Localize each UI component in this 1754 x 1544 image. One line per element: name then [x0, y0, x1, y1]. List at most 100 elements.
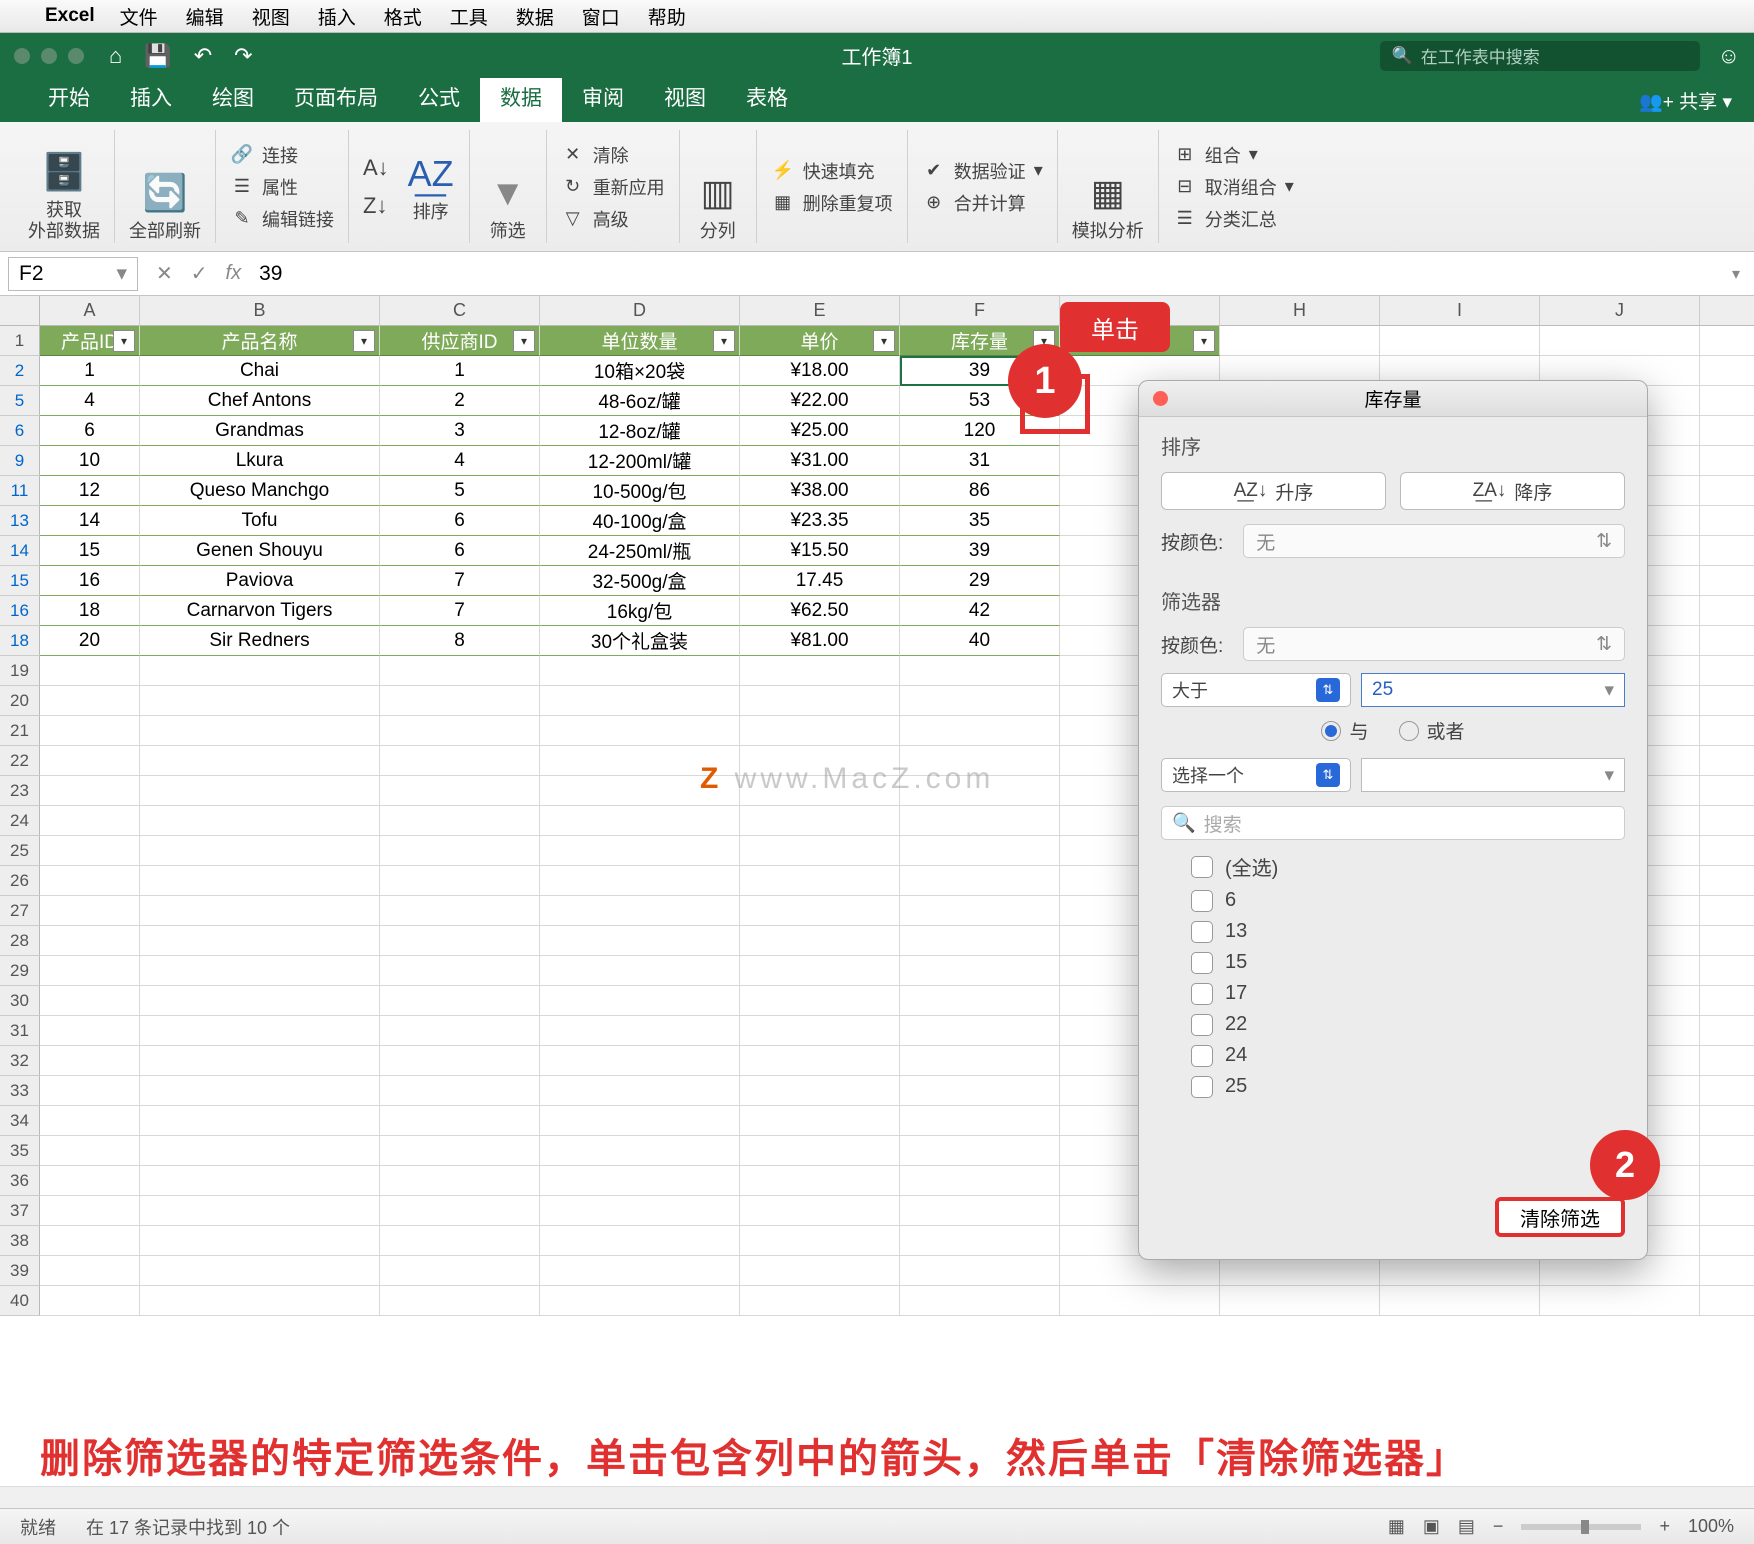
table-header-cell[interactable]: 单位数量▾ — [540, 326, 740, 356]
filter-item[interactable]: 22 — [1191, 1013, 1625, 1036]
data-cell[interactable]: 32-500g/盒 — [540, 566, 740, 596]
row-header[interactable]: 36 — [0, 1166, 40, 1196]
cell[interactable] — [40, 986, 140, 1016]
ribbon-filter[interactable]: ▼ 筛选 — [470, 130, 547, 243]
cell[interactable] — [900, 1136, 1060, 1166]
sheet-search[interactable]: 🔍 在工作表中搜索 — [1380, 41, 1700, 71]
tab-view[interactable]: 视图 — [644, 72, 726, 122]
data-cell[interactable]: 42 — [900, 596, 1060, 626]
filter-dropdown-icon[interactable]: ▾ — [713, 330, 735, 352]
data-cell[interactable]: 31 — [900, 446, 1060, 476]
ribbon-reapply[interactable]: ↻重新应用 — [561, 174, 665, 200]
menu-edit[interactable]: 编辑 — [186, 3, 224, 30]
sort-color-select[interactable]: 无⇅ — [1243, 524, 1625, 558]
sort-desc-button[interactable]: Z͟A↓降序 — [1400, 472, 1625, 510]
row-header[interactable]: 33 — [0, 1076, 40, 1106]
cell[interactable] — [900, 1226, 1060, 1256]
data-cell[interactable]: Genen Shouyu — [140, 536, 380, 566]
ribbon-validation[interactable]: ✔数据验证 ▾ — [922, 158, 1043, 184]
data-cell[interactable]: 1 — [380, 356, 540, 386]
cell[interactable] — [1540, 1286, 1700, 1316]
data-cell[interactable]: Carnarvon Tigers — [140, 596, 380, 626]
row-header[interactable]: 9 — [0, 446, 40, 476]
cell[interactable] — [740, 656, 900, 686]
filter-val1-input[interactable]: 25▾ — [1361, 673, 1625, 707]
row-header[interactable]: 11 — [0, 476, 40, 506]
cell[interactable] — [1700, 776, 1754, 806]
view-layout-icon[interactable]: ▣ — [1423, 1516, 1440, 1537]
sort-za-icon[interactable]: Z↓ — [363, 193, 389, 219]
row-header[interactable]: 15 — [0, 566, 40, 596]
cell[interactable] — [900, 866, 1060, 896]
ribbon-subtotal[interactable]: ☰分类汇总 — [1173, 206, 1277, 232]
ribbon-group[interactable]: ⊞组合 ▾ — [1173, 142, 1258, 168]
ribbon-conn[interactable]: 🔗连接 — [230, 142, 298, 168]
cell[interactable] — [540, 806, 740, 836]
row-header[interactable]: 35 — [0, 1136, 40, 1166]
data-cell[interactable]: 35 — [900, 506, 1060, 536]
save-icon[interactable]: 💾 — [144, 43, 171, 69]
data-cell[interactable]: 12 — [40, 476, 140, 506]
cell[interactable] — [540, 686, 740, 716]
data-cell[interactable]: 48-6oz/罐 — [540, 386, 740, 416]
data-cell[interactable]: 17.45 — [740, 566, 900, 596]
ribbon-whatif[interactable]: ▦ 模拟分析 — [1058, 130, 1159, 243]
tab-layout[interactable]: 页面布局 — [274, 72, 398, 122]
cell[interactable] — [540, 1136, 740, 1166]
cell[interactable] — [1700, 1196, 1754, 1226]
share-button[interactable]: 👥+ 共享 ▾ — [1639, 87, 1732, 122]
filter-dropdown-icon[interactable]: ▾ — [1193, 330, 1215, 352]
row-header[interactable]: 34 — [0, 1106, 40, 1136]
cell[interactable] — [740, 1226, 900, 1256]
cell[interactable] — [40, 1226, 140, 1256]
cell[interactable] — [1220, 1256, 1380, 1286]
cell[interactable] — [40, 1076, 140, 1106]
expand-fbar-icon[interactable]: ▾ — [1732, 264, 1740, 284]
cell[interactable] — [140, 956, 380, 986]
filter-dropdown-icon[interactable]: ▾ — [513, 330, 535, 352]
data-cell[interactable]: ¥62.50 — [740, 596, 900, 626]
traffic-lights[interactable] — [14, 48, 84, 64]
cell[interactable] — [1700, 686, 1754, 716]
data-cell[interactable]: 20 — [40, 626, 140, 656]
data-cell[interactable]: 6 — [380, 506, 540, 536]
cell[interactable] — [1700, 416, 1754, 446]
cell[interactable] — [1060, 1286, 1220, 1316]
select-all-corner[interactable] — [0, 296, 40, 326]
cell[interactable] — [40, 1196, 140, 1226]
data-cell[interactable]: ¥15.50 — [740, 536, 900, 566]
ribbon-sort[interactable]: A͟Z 排序 — [407, 150, 455, 224]
row-header[interactable]: 2 — [0, 356, 40, 386]
filter-search-input[interactable]: 🔍搜索 — [1161, 806, 1625, 840]
data-cell[interactable]: ¥23.35 — [740, 506, 900, 536]
data-cell[interactable]: 86 — [900, 476, 1060, 506]
cell[interactable] — [740, 716, 900, 746]
col-header-I[interactable]: I — [1380, 296, 1540, 326]
cell[interactable] — [140, 716, 380, 746]
cell[interactable] — [40, 926, 140, 956]
table-header-cell[interactable]: 供应商ID▾ — [380, 326, 540, 356]
filter-op2-select[interactable]: 选择一个⇅ — [1161, 758, 1351, 792]
cell[interactable] — [1700, 446, 1754, 476]
cell[interactable] — [140, 1106, 380, 1136]
row-header[interactable]: 40 — [0, 1286, 40, 1316]
cell[interactable] — [540, 1226, 740, 1256]
row-header[interactable]: 28 — [0, 926, 40, 956]
cell[interactable] — [380, 1166, 540, 1196]
ribbon-clear[interactable]: ✕清除 — [561, 142, 629, 168]
cell[interactable] — [380, 926, 540, 956]
cell[interactable] — [140, 1076, 380, 1106]
popup-titlebar[interactable]: 库存量 — [1139, 381, 1647, 417]
home-icon[interactable]: ⌂ — [109, 43, 122, 69]
filter-item[interactable]: 24 — [1191, 1044, 1625, 1067]
cell[interactable] — [1700, 986, 1754, 1016]
row-header[interactable]: 24 — [0, 806, 40, 836]
row-header[interactable]: 20 — [0, 686, 40, 716]
data-cell[interactable]: Tofu — [140, 506, 380, 536]
data-cell[interactable]: 4 — [40, 386, 140, 416]
cell[interactable] — [900, 1196, 1060, 1226]
row-header[interactable]: 16 — [0, 596, 40, 626]
row-header[interactable]: 21 — [0, 716, 40, 746]
data-cell[interactable]: ¥18.00 — [740, 356, 900, 386]
cell[interactable] — [1700, 566, 1754, 596]
